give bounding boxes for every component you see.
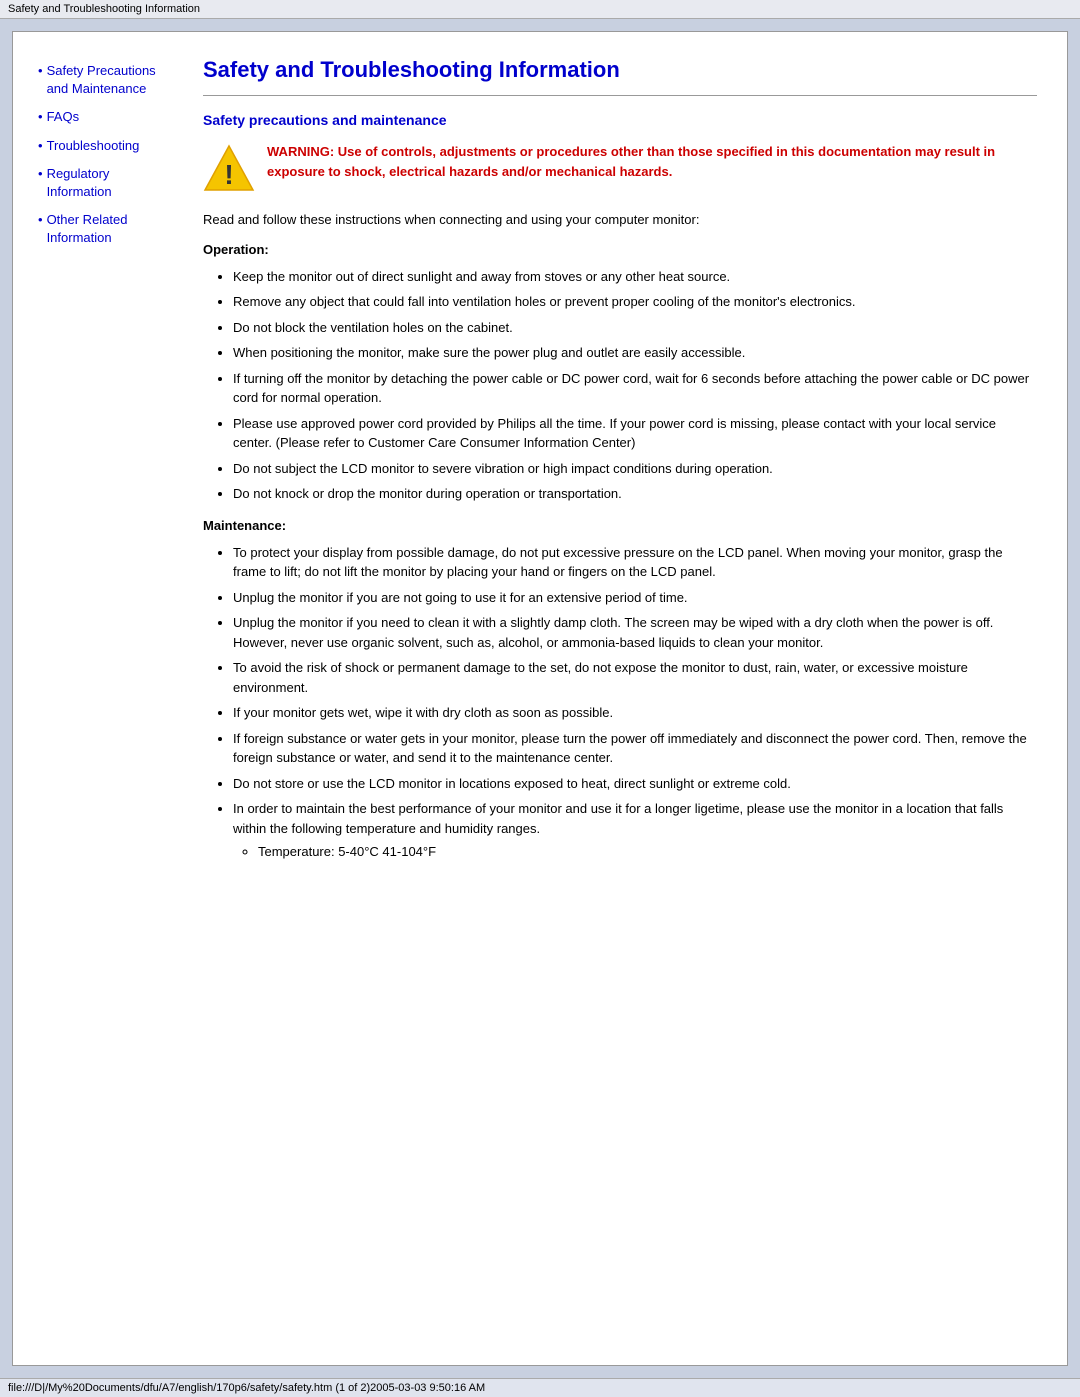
section-title: Safety precautions and maintenance — [203, 112, 1037, 128]
bullet-safety: • — [38, 62, 43, 80]
bullet-faqs: • — [38, 108, 43, 126]
bullet-other: • — [38, 211, 43, 229]
page-body: • Safety Precautions and Maintenance • F… — [13, 32, 1067, 1365]
warning-box: ! WARNING: Use of controls, adjustments … — [203, 142, 1037, 194]
sidebar-item-safety[interactable]: • Safety Precautions and Maintenance — [38, 62, 173, 102]
svg-text:!: ! — [224, 159, 233, 190]
list-item: Do not store or use the LCD monitor in l… — [233, 774, 1037, 794]
list-item: Do not block the ventilation holes on th… — [233, 318, 1037, 338]
sub-list: Temperature: 5-40°C 41-104°F — [233, 842, 1037, 862]
sidebar-link-safety[interactable]: Safety Precautions and Maintenance — [47, 62, 173, 98]
sidebar-link-troubleshooting[interactable]: Troubleshooting — [47, 137, 140, 155]
list-item: To protect your display from possible da… — [233, 543, 1037, 582]
list-item: If your monitor gets wet, wipe it with d… — [233, 703, 1037, 723]
sidebar-item-faqs[interactable]: • FAQs — [38, 108, 173, 130]
sidebar-link-regulatory[interactable]: Regulatory Information — [47, 165, 173, 201]
sub-list-item: Temperature: 5-40°C 41-104°F — [258, 842, 1037, 862]
sidebar-link-other[interactable]: Other Related Information — [47, 211, 173, 247]
maintenance-list: To protect your display from possible da… — [203, 543, 1037, 862]
list-item: If foreign substance or water gets in yo… — [233, 729, 1037, 768]
page-title: Safety and Troubleshooting Information — [203, 57, 1037, 83]
list-item: In order to maintain the best performanc… — [233, 799, 1037, 862]
list-item: If turning off the monitor by detaching … — [233, 369, 1037, 408]
list-item: Unplug the monitor if you are not going … — [233, 588, 1037, 608]
bullet-regulatory: • — [38, 165, 43, 183]
list-item: Remove any object that could fall into v… — [233, 292, 1037, 312]
sidebar-link-faqs[interactable]: FAQs — [47, 108, 80, 126]
sidebar-item-troubleshooting[interactable]: • Troubleshooting — [38, 137, 173, 159]
page-container: • Safety Precautions and Maintenance • F… — [12, 31, 1068, 1366]
operation-heading: Operation: — [203, 242, 1037, 257]
title-bar-text: Safety and Troubleshooting Information — [8, 3, 200, 15]
operation-list: Keep the monitor out of direct sunlight … — [203, 267, 1037, 504]
browser-window: • Safety Precautions and Maintenance • F… — [0, 19, 1080, 1378]
status-bar-text: file:///D|/My%20Documents/dfu/A7/english… — [8, 1382, 485, 1394]
intro-text: Read and follow these instructions when … — [203, 210, 1037, 230]
warning-icon: ! — [203, 142, 255, 194]
main-content: Safety and Troubleshooting Information S… — [183, 52, 1057, 1355]
list-item: Unplug the monitor if you need to clean … — [233, 613, 1037, 652]
divider — [203, 95, 1037, 96]
list-item: Do not subject the LCD monitor to severe… — [233, 459, 1037, 479]
sidebar-item-regulatory[interactable]: • Regulatory Information — [38, 165, 173, 205]
list-item: When positioning the monitor, make sure … — [233, 343, 1037, 363]
status-bar: file:///D|/My%20Documents/dfu/A7/english… — [0, 1378, 1080, 1397]
list-item: Please use approved power cord provided … — [233, 414, 1037, 453]
title-bar: Safety and Troubleshooting Information — [0, 0, 1080, 19]
maintenance-heading: Maintenance: — [203, 518, 1037, 533]
sidebar: • Safety Precautions and Maintenance • F… — [23, 52, 183, 1355]
list-item: To avoid the risk of shock or permanent … — [233, 658, 1037, 697]
list-item: Keep the monitor out of direct sunlight … — [233, 267, 1037, 287]
warning-text: WARNING: Use of controls, adjustments or… — [267, 142, 1037, 181]
bullet-troubleshooting: • — [38, 137, 43, 155]
sidebar-item-other[interactable]: • Other Related Information — [38, 211, 173, 251]
list-item: Do not knock or drop the monitor during … — [233, 484, 1037, 504]
